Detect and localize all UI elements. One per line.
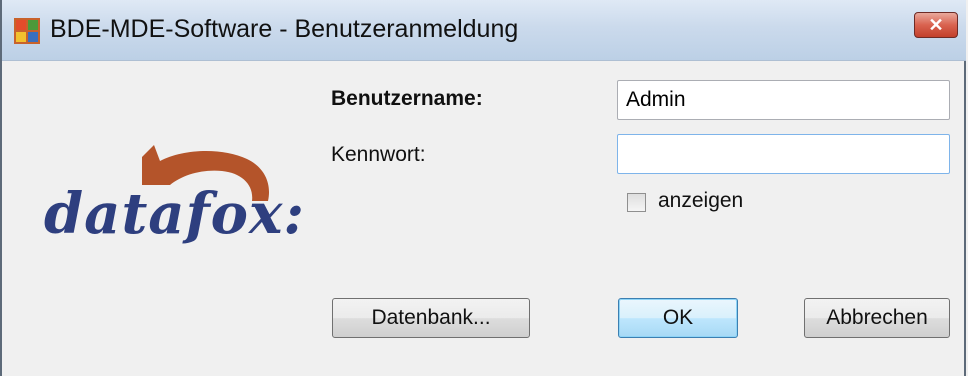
show-password-label[interactable]: anzeigen <box>658 189 743 213</box>
title-bar[interactable]: BDE-MDE-Software - Benutzeranmeldung ✕ <box>2 0 966 61</box>
logo-text: datafox: <box>44 181 305 247</box>
database-button[interactable]: Datenbank... <box>332 298 530 338</box>
app-icon <box>14 18 40 44</box>
login-dialog: BDE-MDE-Software - Benutzeranmeldung ✕ d… <box>0 0 966 376</box>
datafox-logo: datafox: <box>44 145 305 247</box>
close-icon: ✕ <box>928 15 944 35</box>
window-title: BDE-MDE-Software - Benutzeranmeldung <box>50 15 519 43</box>
cancel-button[interactable]: Abbrechen <box>804 298 950 338</box>
username-label: Benutzername: <box>331 87 483 110</box>
close-button[interactable]: ✕ <box>914 12 958 38</box>
username-field[interactable] <box>617 80 950 120</box>
password-field[interactable] <box>617 134 950 174</box>
ok-button[interactable]: OK <box>618 298 738 338</box>
password-label: Kennwort: <box>331 143 426 166</box>
show-password-checkbox[interactable] <box>627 193 646 212</box>
